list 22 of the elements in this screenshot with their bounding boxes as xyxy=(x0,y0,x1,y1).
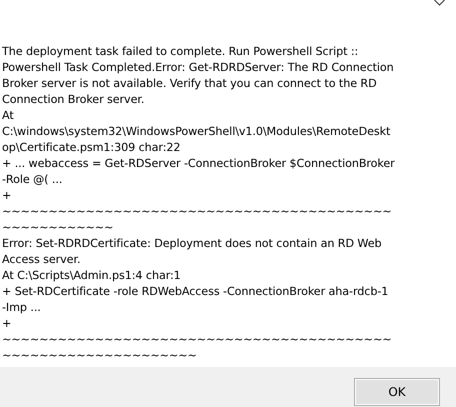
message-line: ~~~~~~~~~~~~ xyxy=(2,220,114,236)
message-line: + xyxy=(2,316,12,332)
message-line: Powershell Task Completed.Error: Get-RDRDServer: The RD Connection xyxy=(2,60,395,76)
message-line: -Imp ... xyxy=(2,300,42,316)
message-line: Connection Broker server. xyxy=(2,92,146,108)
message-line: At C:\Scripts\Admin.ps1:4 char:1 xyxy=(2,268,182,284)
message-line: -Role @( ... xyxy=(2,172,64,188)
message-line: The deployment task failed to complete. Run Powershell Script :: xyxy=(2,44,360,60)
message-line: Broker server is not available. Verify that you can connect to the RD xyxy=(2,76,378,92)
message-line: + ... webaccess = Get-RDServer -ConnectionBroker $ConnectionBroker xyxy=(2,156,396,172)
message-line: op\Certificate.psm1:309 char:22 xyxy=(2,140,182,156)
message-line: Error: Set-RDRDCertificate: Deployment does not contain an RD Web xyxy=(2,236,383,252)
message-line: C:\windows\system32\WindowsPowerShell\v1.0\Modules\RemoteDeskt xyxy=(2,124,392,140)
message-line: ~~~~~~~~~~~~~~~~~~~~~~~~~~~~~~~~~~~~~~~~~~ xyxy=(2,332,393,348)
message-line: Access server. xyxy=(2,252,82,268)
message-line: ~~~~~~~~~~~~~~~~~~~~~ xyxy=(2,348,198,364)
message-line: At xyxy=(2,108,15,124)
message-line: ~~~~~~~~~~~~~~~~~~~~~~~~~~~~~~~~~~~~~~~~~~ xyxy=(2,204,393,220)
close-icon[interactable] xyxy=(433,0,446,7)
ok-button[interactable]: OK xyxy=(354,378,440,406)
message-line: + Set-RDCertificate -role RDWebAccess -ConnectionBroker aha-rdcb-1 xyxy=(2,284,390,300)
message-line: + xyxy=(2,188,12,204)
